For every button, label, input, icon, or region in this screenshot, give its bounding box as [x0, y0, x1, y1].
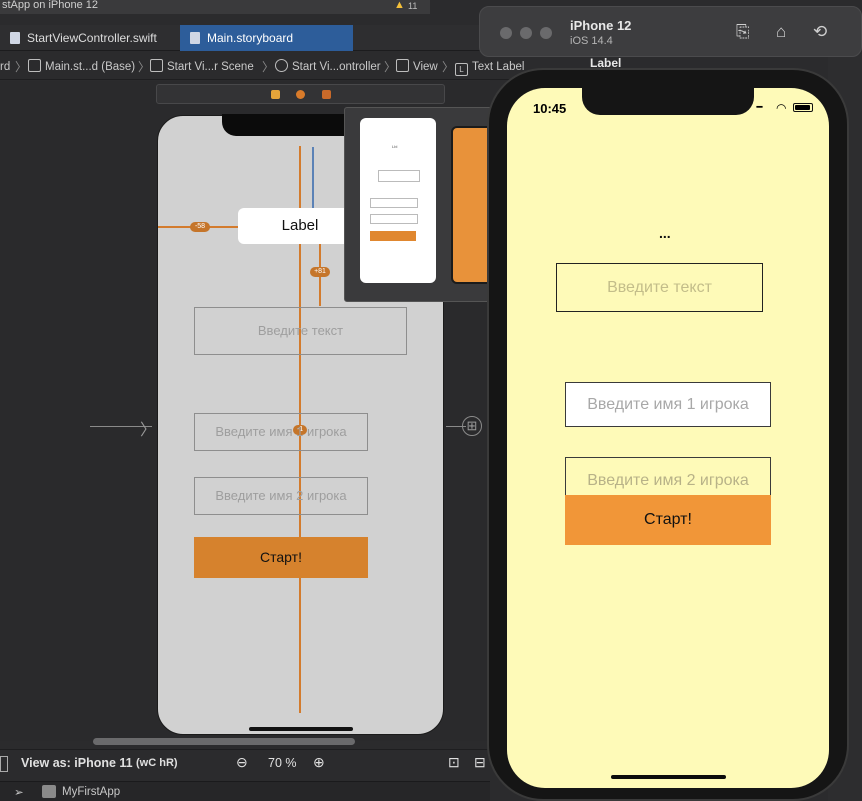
- storyboard-start-button[interactable]: Старт!: [194, 537, 368, 578]
- run-target-label: stApp on iPhone 12: [2, 0, 99, 11]
- scene-icon: [150, 59, 163, 72]
- storyboard-file-icon: [190, 32, 200, 44]
- spacing-guide: [312, 147, 314, 215]
- result-label: ...: [659, 225, 671, 241]
- breadcrumb-item[interactable]: rd: [0, 54, 10, 80]
- storyboard-icon: [28, 59, 41, 72]
- chevron-right-icon: 〉: [262, 60, 275, 74]
- breadcrumb-scene[interactable]: Start Vi...r Scene: [150, 54, 254, 80]
- jump-bar: rd 〉 Main.st...d (Base) 〉 Start Vi...r S…: [0, 54, 560, 80]
- zoom-out-icon[interactable]: ⊖: [236, 754, 248, 771]
- player1-name-field[interactable]: Введите имя 1 игрока: [565, 382, 771, 427]
- breadcrumb-main-storyboard[interactable]: Main.st...d (Base): [28, 54, 135, 80]
- home-indicator: [249, 727, 353, 731]
- swift-file-icon: [10, 32, 20, 44]
- chevron-right-icon: 〉: [138, 60, 151, 74]
- simulator-device-name: iPhone 12: [570, 18, 632, 33]
- zoom-window-button[interactable]: [540, 27, 552, 39]
- constraint-badge[interactable]: -58: [190, 222, 210, 232]
- warning-icon[interactable]: ▲: [394, 0, 405, 11]
- breadcrumb-controller[interactable]: Start Vi...ontroller: [275, 54, 381, 80]
- scene-dock: [156, 84, 445, 104]
- update-frames-icon[interactable]: ⊡: [448, 754, 460, 771]
- minimap-label: Lbl: [392, 144, 398, 149]
- minimize-window-button[interactable]: [520, 27, 532, 39]
- status-bar: ➢ MyFirstApp: [0, 781, 490, 801]
- cellular-signal-icon: ▪▪▪▪: [756, 104, 763, 111]
- tab-label: StartViewController.swift: [27, 31, 157, 45]
- battery-icon: [793, 103, 813, 112]
- view-as-device[interactable]: View as: iPhone 11: [21, 756, 133, 770]
- breadcrumb-view[interactable]: View: [396, 54, 438, 80]
- tab-label: Main.storyboard: [207, 31, 294, 45]
- simulator-screen[interactable]: [507, 88, 829, 788]
- text-input-field[interactable]: Введите текст: [556, 263, 763, 312]
- align-icon[interactable]: ⊟: [474, 754, 486, 771]
- home-indicator[interactable]: [611, 775, 726, 779]
- device-notch: [582, 84, 754, 115]
- simulator-title-bar: iPhone 12 iOS 14.4 ⎘ ⌂ ⟲: [479, 6, 862, 57]
- start-button[interactable]: Старт!: [565, 495, 771, 545]
- first-responder-icon[interactable]: [296, 90, 305, 99]
- label-icon: L: [455, 63, 468, 76]
- tab-main-storyboard[interactable]: Main.storyboard: [180, 25, 353, 51]
- minimap-field: [370, 214, 418, 224]
- app-icon: [42, 785, 56, 798]
- close-window-button[interactable]: [500, 27, 512, 39]
- minimap-field: [370, 198, 418, 208]
- breadcrumb-label: View: [413, 61, 438, 73]
- breadcrumb-label: Start Vi...ontroller: [292, 61, 381, 73]
- breadcrumb-label: Start Vi...r Scene: [167, 61, 254, 73]
- size-class: (wC hR): [136, 757, 178, 769]
- document-outline-icon[interactable]: [0, 756, 8, 772]
- screenshot-icon[interactable]: ⎘: [736, 22, 750, 42]
- minimap-button: [370, 231, 416, 241]
- editor-tab-bar: StartViewController.swift Main.storyboar…: [0, 25, 480, 51]
- breadcrumb-label: Main.st...d (Base): [45, 61, 136, 73]
- zoom-level: 70 %: [268, 756, 297, 770]
- storyboard-text-field[interactable]: Введите текст: [194, 307, 407, 355]
- zoom-in-icon[interactable]: ⊕: [313, 754, 325, 771]
- controller-icon[interactable]: [271, 90, 280, 99]
- minimap-field: [378, 170, 420, 182]
- view-icon: [396, 59, 409, 72]
- exit-icon[interactable]: [322, 90, 331, 99]
- chevron-right-icon: 〉: [15, 60, 28, 74]
- status-time: 10:45: [533, 101, 567, 116]
- storyboard-player2-field[interactable]: Введите имя 2 игрока: [194, 477, 368, 515]
- horizontal-scrollbar[interactable]: [93, 738, 355, 745]
- controller-icon: [275, 59, 288, 72]
- wifi-icon: ◠: [776, 101, 787, 115]
- canvas-bottom-bar: View as: iPhone 11 (wC hR) ⊖ 70 % ⊕ ⊡ ⊟: [0, 749, 490, 777]
- tab-startviewcontroller[interactable]: StartViewController.swift: [0, 25, 205, 51]
- chevron-right-icon: 〉: [442, 60, 455, 74]
- minimap-scene[interactable]: Lbl: [360, 118, 436, 283]
- constraint-badge[interactable]: +81: [310, 267, 330, 277]
- minimap-scene[interactable]: [451, 126, 491, 284]
- location-icon[interactable]: ➢: [14, 785, 24, 799]
- home-icon[interactable]: ⌂: [776, 22, 786, 42]
- xcode-activity-bar: stApp on iPhone 12 ▲ 11: [0, 0, 430, 14]
- arrow-head-icon: 〉: [140, 422, 157, 439]
- rotate-icon[interactable]: ⟲: [813, 22, 827, 42]
- breadcrumb-label: Text Label: [472, 61, 525, 73]
- project-name[interactable]: MyFirstApp: [62, 786, 120, 798]
- storyboard-player1-field[interactable]: Введите имя 1 игрока: [194, 413, 368, 451]
- segue-icon[interactable]: ⊞: [462, 416, 482, 436]
- chevron-right-icon: 〉: [384, 60, 397, 74]
- simulator-os-version: iOS 14.4: [570, 35, 613, 47]
- warning-count: 11: [408, 1, 418, 11]
